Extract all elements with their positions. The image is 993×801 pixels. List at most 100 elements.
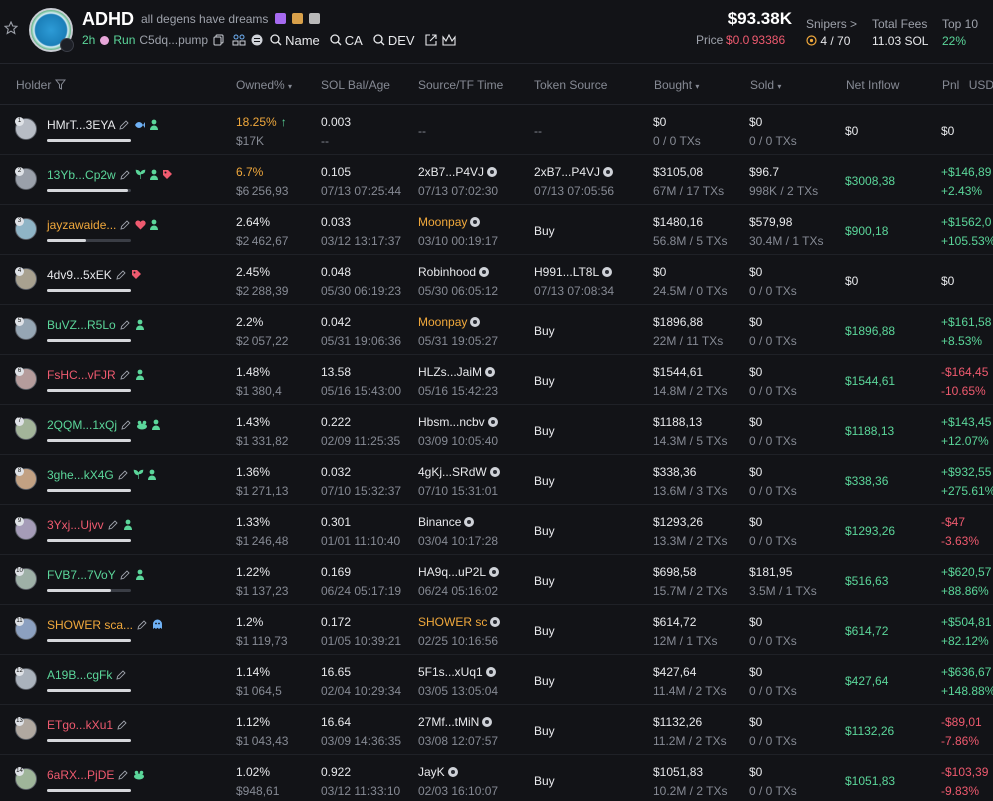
col-sold[interactable]: Sold ▾ — [750, 78, 781, 92]
copy-icon[interactable] — [213, 34, 224, 46]
token-source[interactable]: Buy — [534, 474, 555, 488]
holders-icon[interactable] — [232, 34, 246, 46]
holder-address[interactable]: 3Yxj...Ujvv — [47, 518, 104, 532]
edit-pencil-icon[interactable] — [120, 219, 131, 233]
holder-address[interactable]: FVB7...7VoY — [47, 568, 116, 582]
token-source[interactable]: Buy — [534, 574, 555, 588]
col-owned[interactable]: Owned% ▾ — [236, 78, 292, 92]
filter-icon[interactable] — [54, 79, 66, 90]
token-source[interactable]: -- — [534, 124, 542, 138]
edit-pencil-icon[interactable] — [120, 169, 130, 183]
token-source[interactable]: Buy — [534, 774, 555, 788]
col-bought[interactable]: Bought ▾ — [654, 78, 699, 92]
edit-pencil-icon[interactable] — [137, 619, 147, 633]
edit-pencil-icon[interactable] — [118, 769, 128, 783]
avatar[interactable]: 14 — [15, 767, 37, 790]
holder-address[interactable]: 4dv9...5xEK — [47, 268, 112, 282]
funding-source[interactable]: Robinhood — [418, 265, 490, 279]
table-row[interactable]: 11 SHOWER sca... 1.2% $1 119,73 0.172 01/05 1… — [0, 605, 993, 655]
edit-pencil-icon[interactable] — [120, 569, 130, 583]
funding-source[interactable]: -- — [418, 124, 426, 138]
search-ca-icon[interactable] — [330, 34, 342, 46]
table-row[interactable]: 3 jayzawaide... 2.64% $2 462,67 0.033 03/12 1… — [0, 205, 993, 255]
table-row[interactable]: 1 HMrT...3EYA 18.25% ↑ $17K 0.003 -- -- -- $0 0 / … — [0, 105, 993, 155]
token-source[interactable]: Buy — [534, 524, 555, 538]
funding-source[interactable]: 2xB7...P4VJ — [418, 165, 498, 179]
holder-address[interactable]: ETgo...kXu1 — [47, 718, 113, 732]
search-dev-icon[interactable] — [373, 34, 385, 46]
search-ca-link[interactable]: CA — [345, 33, 363, 48]
holder-address[interactable]: 6aRX...PjDE — [47, 768, 114, 782]
token-source[interactable]: Buy — [534, 374, 555, 388]
token-source[interactable]: Buy — [534, 224, 555, 238]
token-source[interactable]: H991...LT8L — [534, 265, 613, 279]
table-row[interactable]: 2 13Yb...Cp2w 6.7% $6 256,93 0.105 07/13 07:2… — [0, 155, 993, 205]
token-source[interactable]: Buy — [534, 724, 555, 738]
table-row[interactable]: 14 6aRX...PjDE 1.02% $948,61 0.922 03/12 11:3… — [0, 755, 993, 801]
col-sol-bal[interactable]: SOL Bal/Age — [321, 78, 390, 92]
table-row[interactable]: 4 4dv9...5xEK 2.45% $2 288,39 0.048 05/30 06:… — [0, 255, 993, 305]
funding-source[interactable]: 4gKj...SRdW — [418, 465, 500, 479]
contract-address[interactable]: C5dq...pump — [139, 33, 208, 47]
col-pnl[interactable]: Pnl USD — [942, 78, 993, 92]
avatar[interactable]: 1 — [15, 117, 37, 140]
col-source[interactable]: Source/TF Time — [418, 78, 503, 92]
holder-address[interactable]: A19B...cgFk — [47, 668, 112, 682]
token-source[interactable]: Buy — [534, 324, 555, 338]
col-usd-toggle[interactable]: USD — [969, 78, 993, 92]
token-source[interactable]: Buy — [534, 424, 555, 438]
edit-pencil-icon[interactable] — [108, 519, 118, 533]
avatar[interactable]: 9 — [15, 517, 37, 540]
edit-pencil-icon[interactable] — [121, 419, 131, 433]
funding-source[interactable]: 27Mf...tMiN — [418, 715, 493, 729]
avatar[interactable]: 12 — [15, 667, 37, 690]
edit-pencil-icon[interactable] — [120, 319, 130, 333]
favorite-star-icon[interactable] — [4, 21, 18, 35]
avatar[interactable]: 6 — [15, 367, 37, 390]
avatar[interactable]: 4 — [15, 267, 37, 290]
avatar[interactable]: 2 — [15, 167, 37, 190]
col-token-source[interactable]: Token Source — [534, 78, 607, 92]
edit-pencil-icon[interactable] — [117, 719, 127, 733]
crown-icon[interactable] — [442, 34, 456, 46]
coin-icon[interactable] — [251, 34, 263, 46]
avatar[interactable]: 5 — [15, 317, 37, 340]
search-dev-link[interactable]: DEV — [388, 33, 415, 48]
avatar[interactable]: 11 — [15, 617, 37, 640]
col-holder[interactable]: Holder — [16, 78, 66, 92]
table-row[interactable]: 7 2QQM...1xQj 1.43% $1 331,82 0.222 02/09 11:… — [0, 405, 993, 455]
funding-source[interactable]: Hbsm...ncbv — [418, 415, 498, 429]
holder-address[interactable]: BuVZ...R5Lo — [47, 318, 116, 332]
external-link-icon[interactable] — [425, 34, 437, 46]
funding-source[interactable]: SHOWER sc — [418, 615, 501, 629]
holder-address[interactable]: SHOWER sca... — [47, 618, 133, 632]
table-row[interactable]: 12 A19B...cgFk 1.14% $1 064,5 16.65 02/04 10:… — [0, 655, 993, 705]
funding-source[interactable]: JayK — [418, 765, 458, 779]
token-source[interactable]: 2xB7...P4VJ — [534, 165, 614, 179]
funding-source[interactable]: HA9q...uP2L — [418, 565, 500, 579]
avatar[interactable]: 10 — [15, 567, 37, 590]
funding-source[interactable]: HLZs...JaiM — [418, 365, 496, 379]
table-row[interactable]: 8 3ghe...kX4G 1.36% $1 271,13 0.032 07/10 15:… — [0, 455, 993, 505]
edit-pencil-icon[interactable] — [119, 119, 130, 133]
token-source[interactable]: Buy — [534, 624, 555, 638]
funding-source[interactable]: Moonpay — [418, 315, 481, 329]
table-row[interactable]: 6 FsHC...vFJR 1.48% $1 380,4 13.58 05/16 15:4… — [0, 355, 993, 405]
table-row[interactable]: 10 FVB7...7VoY 1.22% $1 137,23 0.169 06/24 05… — [0, 555, 993, 605]
avatar[interactable]: 13 — [15, 717, 37, 740]
holder-address[interactable]: 2QQM...1xQj — [47, 418, 117, 432]
avatar[interactable]: 8 — [15, 467, 37, 490]
funding-source[interactable]: Moonpay — [418, 215, 481, 229]
edit-pencil-icon[interactable] — [120, 369, 130, 383]
avatar[interactable]: 7 — [15, 417, 37, 440]
search-name-icon[interactable] — [270, 34, 282, 46]
holder-address[interactable]: HMrT...3EYA — [47, 118, 115, 132]
funding-source[interactable]: Binance — [418, 515, 475, 529]
avatar[interactable]: 3 — [15, 217, 37, 240]
table-row[interactable]: 9 3Yxj...Ujvv 1.33% $1 246,48 0.301 01/01 11:… — [0, 505, 993, 555]
holder-address[interactable]: 3ghe...kX4G — [47, 468, 114, 482]
token-source[interactable]: Buy — [534, 674, 555, 688]
funding-source[interactable]: 5F1s...xUq1 — [418, 665, 496, 679]
col-net-inflow[interactable]: Net Inflow — [846, 78, 899, 92]
holder-address[interactable]: jayzawaide... — [47, 218, 116, 232]
